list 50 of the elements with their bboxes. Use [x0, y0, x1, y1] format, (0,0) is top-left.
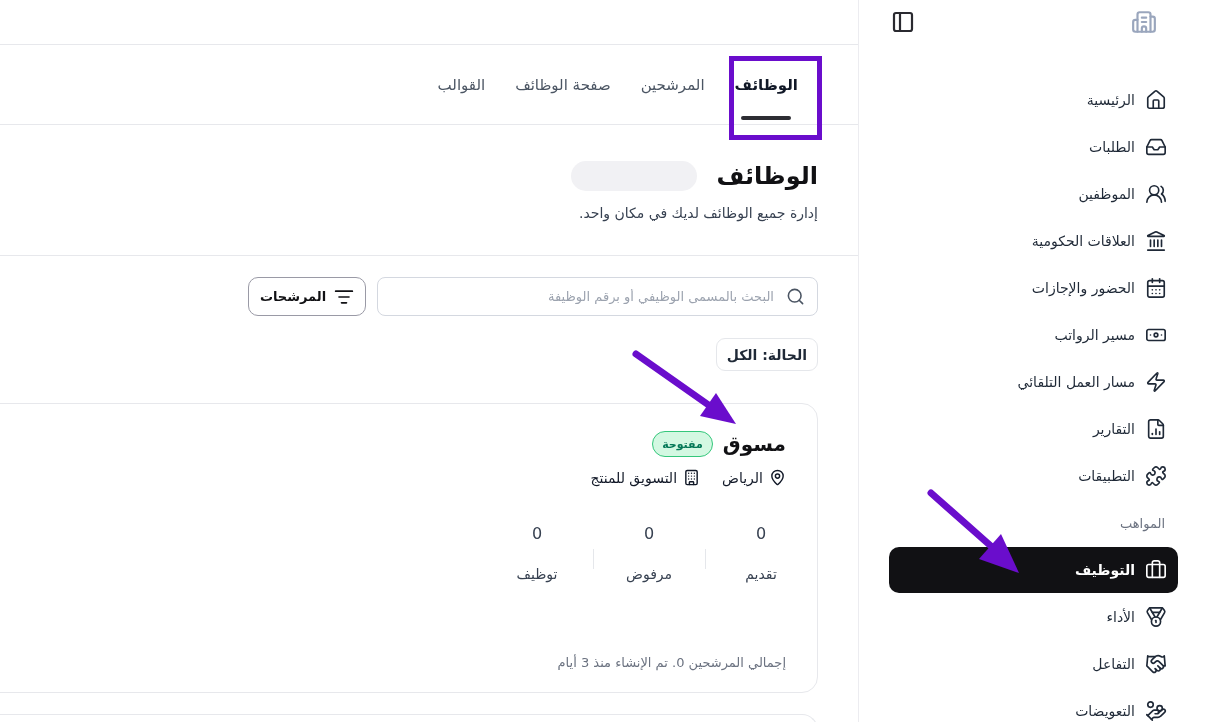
- nav-item[interactable]: التطبيقات: [889, 453, 1178, 499]
- stat-value: 0: [531, 523, 543, 545]
- tab[interactable]: صفحة الوظائف: [515, 45, 611, 124]
- stat-label: تقديم: [745, 565, 777, 585]
- section-heading: المواهب: [1119, 514, 1165, 534]
- nav-item[interactable]: التعويضات: [889, 688, 1178, 722]
- nav-item[interactable]: التقارير: [889, 406, 1178, 452]
- nav-item[interactable]: الطلبات: [889, 124, 1178, 170]
- hand-coin-icon: [1145, 700, 1167, 722]
- chart-file-icon: [1145, 418, 1167, 440]
- page-title: الوظائف: [716, 162, 818, 190]
- lightning-icon: [1145, 371, 1167, 393]
- nav-item[interactable]: مسار العمل التلقائي: [889, 359, 1178, 405]
- nav-item[interactable]: الموظفين: [889, 171, 1178, 217]
- sidebar-toggle-icon[interactable]: [891, 10, 915, 34]
- nav-item[interactable]: الحضور والإجازات: [889, 265, 1178, 311]
- briefcase-icon: [1145, 559, 1167, 581]
- calendar-icon: [1145, 277, 1167, 299]
- inbox-icon: [1145, 136, 1167, 158]
- handshake-icon: [1145, 653, 1167, 675]
- job-location: الرياض: [722, 469, 763, 486]
- medal-icon: [1145, 606, 1167, 628]
- nav-item[interactable]: الأداء: [889, 594, 1178, 640]
- tab[interactable]: الوظائف: [734, 45, 798, 124]
- stat-label: توظيف: [516, 565, 558, 585]
- puzzle-icon: [1145, 465, 1167, 487]
- building-logo-icon: [1131, 9, 1157, 35]
- home-icon: [1145, 89, 1167, 111]
- job-title: مسوق: [722, 431, 786, 458]
- status-badge: مفتوحة: [652, 431, 713, 457]
- search-icon: [786, 287, 805, 306]
- job-department: التسويق للمنتج: [590, 469, 678, 486]
- nav-item[interactable]: التوظيف: [889, 547, 1178, 593]
- job-summary: إجمالي المرشحين 0. تم الإنشاء منذ 3 أيام: [556, 655, 786, 670]
- tab[interactable]: المرشحين: [640, 45, 705, 124]
- stat-label: مرفوض: [625, 565, 673, 585]
- location-pin-icon: [769, 469, 786, 486]
- stat-value: 0: [643, 523, 655, 545]
- stat-value: 0: [755, 523, 767, 545]
- nav-item[interactable]: التفاعل: [889, 641, 1178, 687]
- users-icon: [1145, 183, 1167, 205]
- page-subtitle: إدارة جميع الوظائف لديك في مكان واحد.: [578, 205, 818, 221]
- tab[interactable]: القوالب: [437, 45, 486, 124]
- filter-button[interactable]: المرشحات: [248, 277, 366, 316]
- building-icon: [683, 469, 701, 486]
- nav-item[interactable]: العلاقات الحكومية: [889, 218, 1178, 264]
- nav-item[interactable]: مسير الرواتب: [889, 312, 1178, 358]
- bank-icon: [1145, 230, 1167, 252]
- status-filter[interactable]: الحالة: الكل: [715, 338, 818, 371]
- nav-item[interactable]: الرئيسية: [889, 77, 1178, 123]
